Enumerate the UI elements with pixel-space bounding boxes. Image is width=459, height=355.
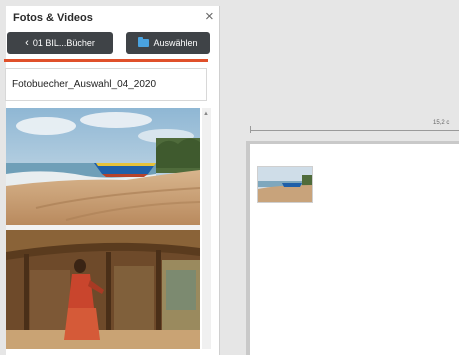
ruler-tick [250, 126, 251, 133]
album-name: Fotobuecher_Auswahl_04_2020 [12, 79, 156, 90]
scroll-up-icon[interactable]: ▲ [203, 111, 209, 117]
photo-grid [6, 108, 200, 349]
select-button[interactable]: Auswählen [126, 32, 210, 54]
ruler [244, 124, 459, 134]
panel-title: Fotos & Videos [13, 12, 93, 24]
placed-beach-photo [258, 167, 312, 202]
select-button-label: Auswählen [153, 38, 198, 48]
close-icon[interactable]: × [205, 9, 214, 24]
folder-icon [138, 37, 150, 47]
hut-woman-photo [6, 230, 200, 349]
photo-grid-scrollbar[interactable] [202, 108, 211, 349]
photo-thumbnail-hut[interactable] [6, 230, 200, 349]
photo-thumbnail-beach[interactable] [6, 108, 200, 225]
back-button-label: 01 BIL...Bücher [32, 38, 95, 48]
accent-divider [4, 59, 208, 62]
chevron-left-icon: ‹ [25, 36, 29, 49]
beach-boat-photo [6, 108, 200, 225]
ruler-line [250, 130, 459, 131]
ruler-label: 15,2 c [433, 120, 450, 126]
back-button[interactable]: ‹ 01 BIL...Bücher [7, 32, 113, 54]
placed-photo[interactable] [257, 166, 313, 203]
